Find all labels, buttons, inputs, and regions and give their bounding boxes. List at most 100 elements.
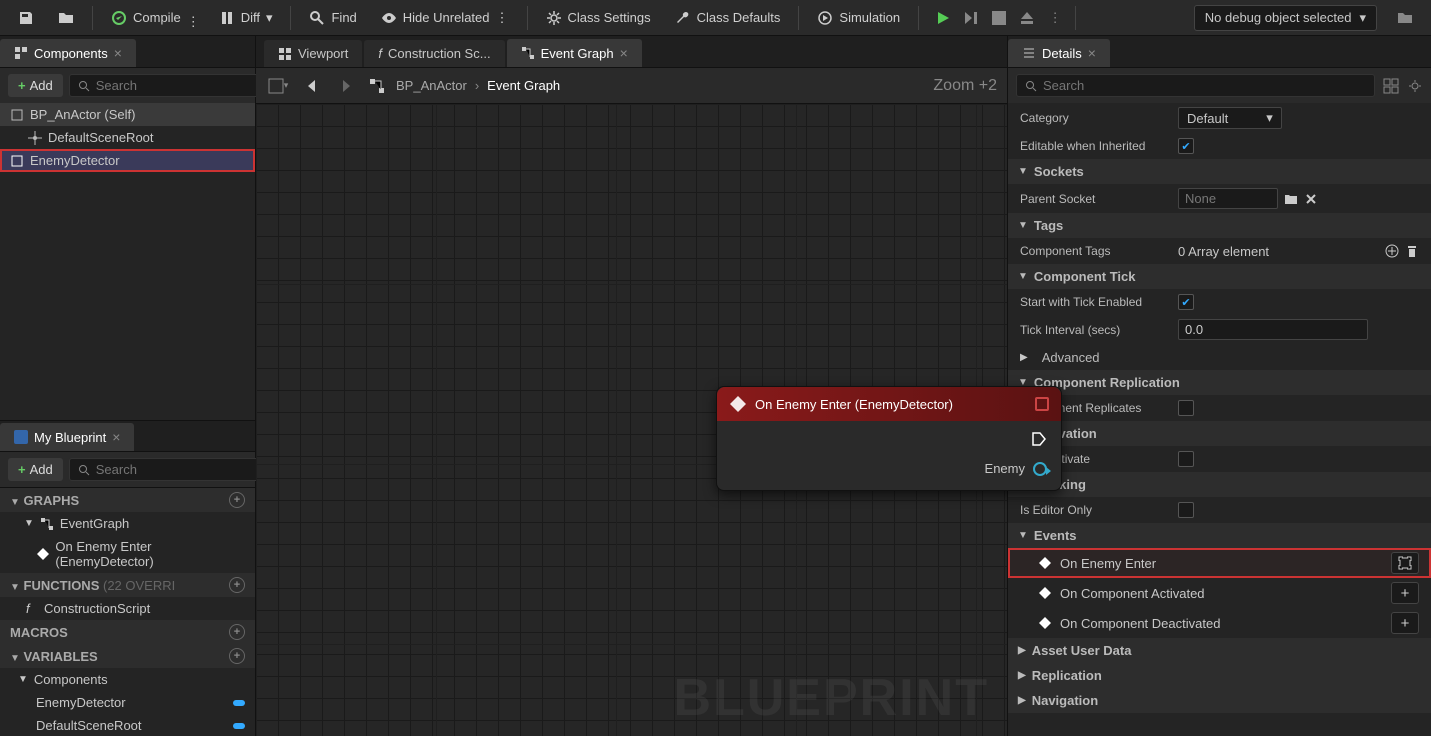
bp-item-construction-script[interactable]: f ConstructionScript <box>0 597 255 620</box>
add-event-button[interactable]: + <box>1391 582 1419 604</box>
tab-components[interactable]: Components × <box>0 39 136 67</box>
function-icon: f <box>24 602 38 616</box>
clear-icon[interactable] <box>1304 192 1318 206</box>
eject-button[interactable] <box>1015 6 1039 30</box>
section-tags[interactable]: ▼Tags <box>1008 213 1431 238</box>
section-macros[interactable]: MACROS + <box>0 620 255 644</box>
var-category-components[interactable]: ▼ Components <box>0 668 255 691</box>
prop-start-tick-label: Start with Tick Enabled <box>1020 295 1170 309</box>
event-node-on-enemy-enter[interactable]: On Enemy Enter (EnemyDetector) Enemy <box>716 386 1062 491</box>
debug-select-label: No debug object selected <box>1205 10 1352 25</box>
section-asset-user-data[interactable]: ▶Asset User Data <box>1008 638 1431 663</box>
myblueprint-search-input[interactable] <box>96 462 272 477</box>
start-tick-checkbox[interactable] <box>1178 294 1194 310</box>
var-default-scene-root[interactable]: DefaultSceneRoot <box>0 714 255 736</box>
bp-item-on-enemy-enter[interactable]: On Enemy Enter (EnemyDetector) <box>0 535 255 573</box>
exec-out-pin[interactable] <box>1031 431 1047 447</box>
save-button[interactable] <box>8 6 44 30</box>
close-icon[interactable]: × <box>620 45 628 61</box>
add-component-button[interactable]: +Add <box>8 74 63 97</box>
empty-array-button[interactable] <box>1405 244 1419 258</box>
property-matrix-button[interactable] <box>1381 76 1401 96</box>
add-new-button[interactable]: +Add <box>8 458 63 481</box>
add-macro-button[interactable]: + <box>229 624 245 640</box>
play-button[interactable] <box>931 6 955 30</box>
section-sockets[interactable]: ▼Sockets <box>1008 159 1431 184</box>
var-enemy-detector[interactable]: EnemyDetector <box>0 691 255 714</box>
section-advanced[interactable]: ▶Advanced <box>1008 344 1431 370</box>
stop-icon <box>992 11 1006 25</box>
event-on-component-activated[interactable]: On Component Activated + <box>1008 578 1431 608</box>
event-on-component-deactivated[interactable]: On Component Deactivated + <box>1008 608 1431 638</box>
class-defaults-label: Class Defaults <box>697 10 781 25</box>
close-icon[interactable]: × <box>114 45 122 61</box>
details-search-input[interactable] <box>1043 78 1366 93</box>
svg-text:f: f <box>26 602 31 616</box>
editor-only-checkbox[interactable] <box>1178 502 1194 518</box>
play-options-button[interactable]: ⋮ <box>1043 6 1067 30</box>
close-icon[interactable]: × <box>1088 45 1096 61</box>
add-element-button[interactable] <box>1385 244 1399 258</box>
add-variable-button[interactable]: + <box>229 648 245 664</box>
add-function-button[interactable]: + <box>229 577 245 593</box>
diff-button[interactable]: Diff ▾ <box>209 6 283 30</box>
simulation-button[interactable]: Simulation <box>807 6 910 30</box>
parent-socket-field[interactable]: None <box>1178 188 1278 209</box>
close-icon[interactable]: × <box>112 429 120 445</box>
section-cooking[interactable]: ▼Cooking <box>1008 472 1431 497</box>
gear-icon[interactable] <box>1407 78 1423 94</box>
tab-construction-script[interactable]: f Construction Sc... <box>364 40 504 67</box>
browse-icon[interactable] <box>1284 192 1298 206</box>
output-pin-enemy[interactable]: Enemy <box>985 461 1047 476</box>
class-defaults-button[interactable]: Class Defaults <box>665 6 791 30</box>
section-navigation[interactable]: ▶Navigation <box>1008 688 1431 713</box>
section-events[interactable]: ▼Events <box>1008 523 1431 548</box>
breakpoint-toggle[interactable] <box>1035 397 1049 411</box>
debug-object-dropdown[interactable]: No debug object selected ▾ <box>1194 5 1377 31</box>
components-search-input[interactable] <box>96 78 272 93</box>
section-replication[interactable]: ▶Replication <box>1008 663 1431 688</box>
tab-details[interactable]: Details × <box>1008 39 1110 67</box>
bp-item-eventgraph[interactable]: ▼ EventGraph <box>0 512 255 535</box>
hide-unrelated-button[interactable]: Hide Unrelated ⋮ <box>371 6 519 30</box>
category-dropdown[interactable]: Default▾ <box>1178 107 1282 129</box>
section-functions[interactable]: ▼ FUNCTIONS (22 OVERRI + <box>0 573 255 597</box>
class-settings-button[interactable]: Class Settings <box>536 6 661 30</box>
section-component-replication[interactable]: ▼Component Replication <box>1008 370 1431 395</box>
nav-back-button[interactable] <box>300 74 324 98</box>
nav-forward-button[interactable] <box>334 74 358 98</box>
tree-item-root[interactable]: BP_AnActor (Self) <box>0 103 255 126</box>
add-event-button[interactable]: + <box>1391 612 1419 634</box>
search-icon <box>78 80 90 92</box>
tree-item-default-scene-root[interactable]: DefaultSceneRoot <box>0 126 255 149</box>
tab-my-blueprint[interactable]: My Blueprint × <box>0 423 134 451</box>
graph-menu-button[interactable]: ▾ <box>266 74 290 98</box>
browse-to-asset-button[interactable] <box>1387 6 1423 30</box>
auto-activate-checkbox[interactable] <box>1178 451 1194 467</box>
breadcrumb[interactable]: BP_AnActor › Event Graph <box>396 78 560 93</box>
chevron-down-icon: ⋮ <box>187 14 195 22</box>
var-type-pill <box>233 700 245 706</box>
stop-button[interactable] <box>987 6 1011 30</box>
tree-item-enemy-detector[interactable]: EnemyDetector <box>0 149 255 172</box>
editable-inherited-checkbox[interactable] <box>1178 138 1194 154</box>
browse-button[interactable] <box>48 6 84 30</box>
event-graph-canvas[interactable]: On Enemy Enter (EnemyDetector) Enemy BLU… <box>256 104 1007 736</box>
event-on-enemy-enter[interactable]: On Enemy Enter <box>1008 548 1431 578</box>
section-graphs[interactable]: ▼ GRAPHS + <box>0 488 255 512</box>
step-button[interactable] <box>959 6 983 30</box>
view-event-button[interactable] <box>1391 552 1419 574</box>
event-icon <box>1038 616 1052 630</box>
add-graph-button[interactable]: + <box>229 492 245 508</box>
compile-button[interactable]: Compile ⋮ <box>101 6 205 30</box>
tick-interval-input[interactable] <box>1178 319 1368 340</box>
section-activation[interactable]: ▼Activation <box>1008 421 1431 446</box>
my-blueprint-tab-label: My Blueprint <box>34 430 106 445</box>
tab-event-graph[interactable]: Event Graph × <box>507 39 642 67</box>
section-variables[interactable]: ▼ VARIABLES + <box>0 644 255 668</box>
tab-viewport[interactable]: Viewport <box>264 40 362 67</box>
component-replicates-checkbox[interactable] <box>1178 400 1194 416</box>
section-component-tick[interactable]: ▼Component Tick <box>1008 264 1431 289</box>
find-button[interactable]: Find <box>299 6 366 30</box>
prop-parent-socket-label: Parent Socket <box>1020 192 1170 206</box>
